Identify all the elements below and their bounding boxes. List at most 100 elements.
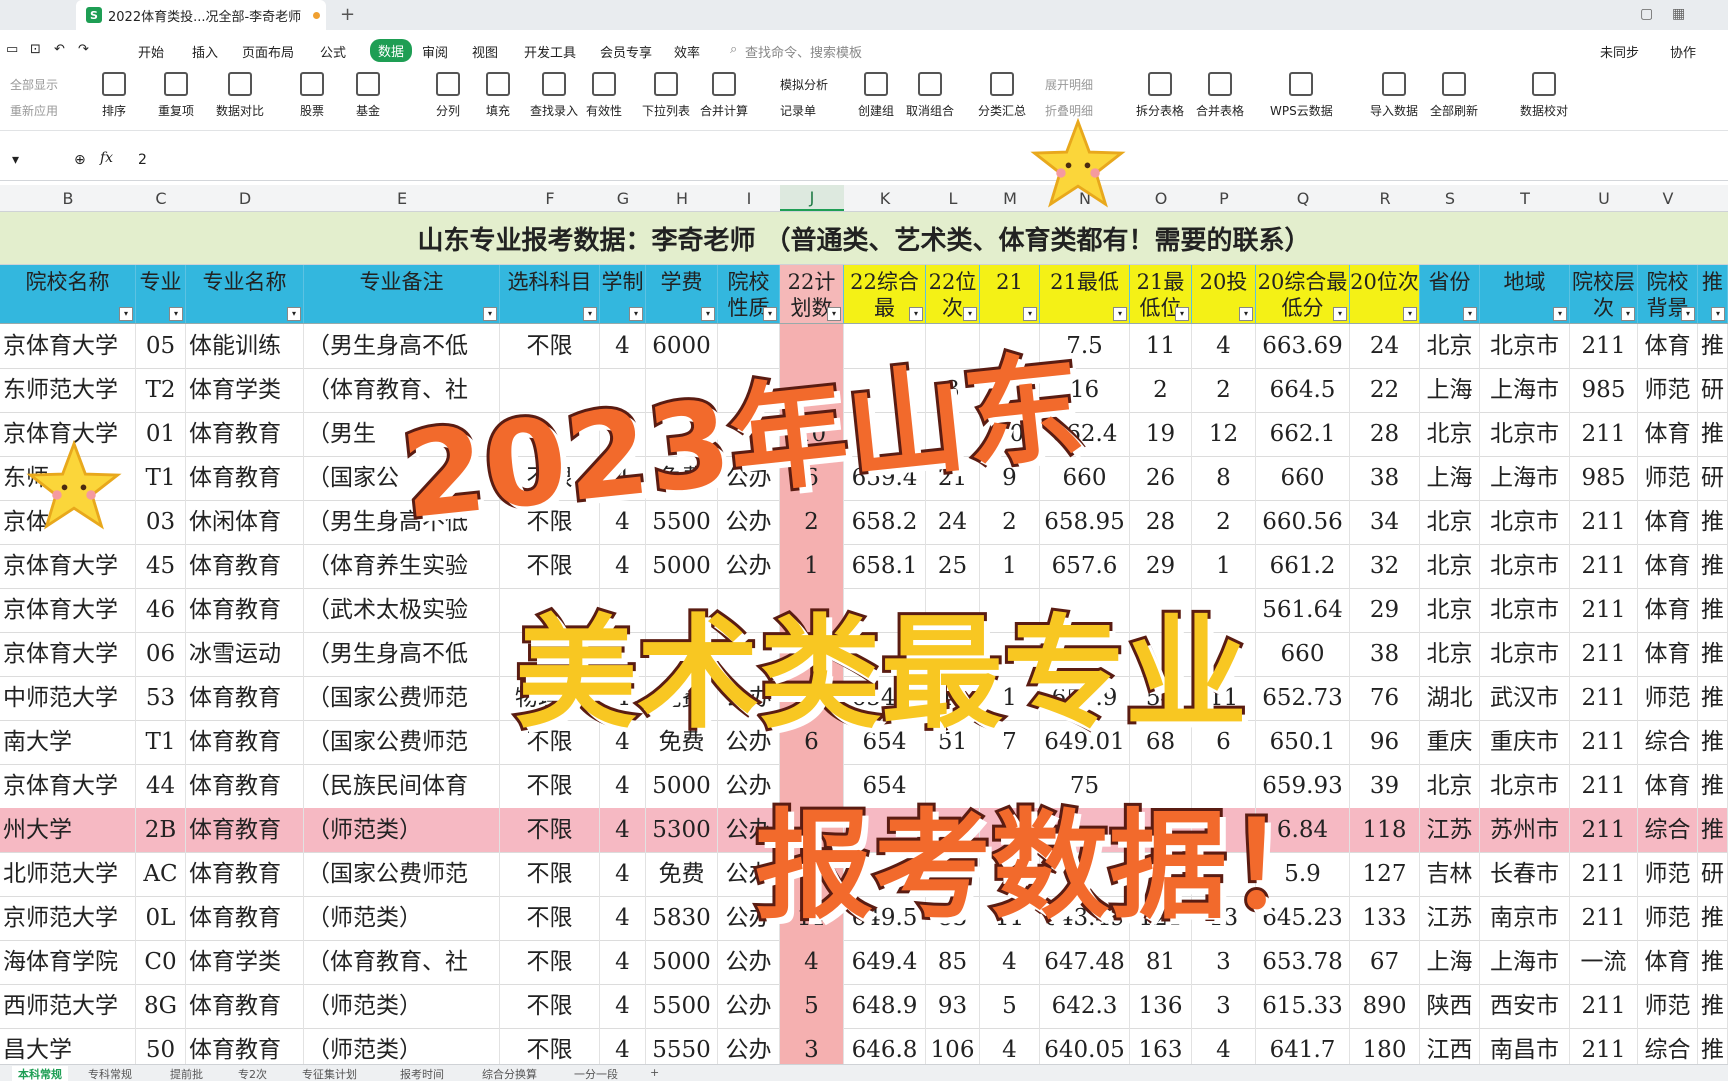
table-cell[interactable]: 127 — [1350, 852, 1420, 896]
table-cell[interactable]: 海体育学院 — [0, 940, 136, 984]
undo-icon[interactable]: ↶ — [54, 42, 65, 57]
table-cell[interactable]: 5500 — [646, 984, 718, 1028]
ribbon-button[interactable]: 合并表格 — [1196, 72, 1244, 119]
name-box-dropdown-icon[interactable]: ▾ — [12, 152, 19, 168]
table-cell[interactable]: 46 — [136, 588, 186, 632]
table-cell[interactable]: 师范 — [1638, 368, 1698, 412]
column-letter[interactable]: D — [186, 189, 304, 208]
column-letter[interactable]: Q — [1256, 189, 1350, 208]
table-cell[interactable]: 211 — [1570, 984, 1638, 1028]
table-cell[interactable]: 师范 — [1638, 852, 1698, 896]
simulation-button[interactable]: 模拟分析 — [780, 76, 828, 93]
table-cell[interactable]: 推 — [1698, 324, 1728, 368]
table-cell[interactable]: 北京市 — [1480, 588, 1570, 632]
table-cell[interactable]: 4 — [600, 852, 646, 896]
table-cell[interactable]: 3 — [1192, 940, 1256, 984]
table-cell[interactable]: 4 — [780, 940, 844, 984]
table-cell[interactable]: 体育 — [1638, 324, 1698, 368]
expand-detail-button[interactable]: 展开明细 — [1045, 76, 1093, 93]
table-cell[interactable]: 北京 — [1420, 544, 1480, 588]
ribbon-button[interactable]: 填充 — [486, 72, 510, 119]
table-cell[interactable]: 660.56 — [1256, 500, 1350, 544]
table-cell[interactable]: 38 — [1350, 632, 1420, 676]
table-cell[interactable]: 615.33 — [1256, 984, 1350, 1028]
filter-dropdown-icon[interactable]: ▾ — [1463, 307, 1477, 321]
column-letter[interactable]: P — [1192, 189, 1256, 208]
table-cell[interactable]: 211 — [1570, 764, 1638, 808]
table-cell[interactable]: 96 — [1350, 720, 1420, 764]
table-cell[interactable]: T1 — [136, 456, 186, 500]
table-cell[interactable]: 一流 — [1570, 940, 1638, 984]
table-cell[interactable]: 38 — [1350, 456, 1420, 500]
table-cell[interactable]: 推 — [1698, 412, 1728, 456]
column-letter[interactable]: E — [304, 189, 500, 208]
table-cell[interactable]: 211 — [1570, 808, 1638, 852]
table-cell[interactable]: 体育教育 — [186, 676, 304, 720]
menu-item[interactable]: 插入 — [192, 42, 218, 61]
table-cell[interactable]: 上海 — [1420, 368, 1480, 412]
zoom-icon[interactable]: ⊕ — [74, 152, 86, 168]
table-cell[interactable]: 649.4 — [844, 940, 926, 984]
table-cell[interactable]: 890 — [1350, 984, 1420, 1028]
reapply-button[interactable]: 重新应用 — [10, 102, 58, 119]
table-cell[interactable]: 体育教育 — [186, 720, 304, 764]
table-cell[interactable]: 不限 — [500, 852, 600, 896]
table-cell[interactable]: 研 — [1698, 368, 1728, 412]
column-letter[interactable]: V — [1638, 189, 1698, 208]
print-preview-icon[interactable]: ⊡ — [30, 42, 41, 57]
table-cell[interactable]: 39 — [1350, 764, 1420, 808]
table-cell[interactable]: 12 — [1192, 412, 1256, 456]
table-cell[interactable]: 650.1 — [1256, 720, 1350, 764]
table-cell[interactable]: 661.2 — [1256, 544, 1350, 588]
filter-dropdown-icon[interactable]: ▾ — [1113, 307, 1127, 321]
table-cell[interactable]: 8G — [136, 984, 186, 1028]
table-cell[interactable]: 06 — [136, 632, 186, 676]
ribbon-button[interactable]: 有效性 — [586, 72, 622, 119]
table-cell[interactable]: 师范 — [1638, 896, 1698, 940]
filter-dropdown-icon[interactable]: ▾ — [909, 307, 923, 321]
table-cell[interactable]: （男生身高不低 — [304, 324, 500, 368]
command-search[interactable]: 查找命令、搜索模板 — [745, 42, 862, 61]
menu-item[interactable]: 视图 — [472, 42, 498, 61]
table-cell[interactable]: 体育 — [1638, 940, 1698, 984]
table-cell[interactable]: （民族民间体育 — [304, 764, 500, 808]
table-cell[interactable]: 江苏 — [1420, 896, 1480, 940]
table-cell[interactable]: 推 — [1698, 588, 1728, 632]
table-cell[interactable]: 北京 — [1420, 588, 1480, 632]
column-letter[interactable]: H — [646, 189, 718, 208]
table-cell[interactable]: 211 — [1570, 324, 1638, 368]
table-cell[interactable]: 985 — [1570, 368, 1638, 412]
redo-icon[interactable]: ↷ — [78, 42, 89, 57]
ribbon-button[interactable]: 下拉列表 — [642, 72, 690, 119]
column-letter[interactable]: K — [844, 189, 926, 208]
column-letter[interactable]: B — [0, 189, 136, 208]
table-cell[interactable]: 公办 — [718, 984, 780, 1028]
ribbon-button[interactable]: 数据校对 — [1520, 72, 1568, 119]
table-cell[interactable]: 体育 — [1638, 544, 1698, 588]
filter-dropdown-icon[interactable]: ▾ — [629, 307, 643, 321]
table-cell[interactable]: 体育 — [1638, 632, 1698, 676]
table-cell[interactable]: （体育教育、社 — [304, 940, 500, 984]
table-cell[interactable]: 211 — [1570, 544, 1638, 588]
table-cell[interactable]: 北京市 — [1480, 764, 1570, 808]
table-cell[interactable]: 北京 — [1420, 764, 1480, 808]
table-cell[interactable]: 陕西 — [1420, 984, 1480, 1028]
column-letter[interactable]: G — [600, 189, 646, 208]
filter-dropdown-icon[interactable]: ▾ — [1239, 307, 1253, 321]
table-cell[interactable]: 45 — [136, 544, 186, 588]
table-cell[interactable]: （师范类） — [304, 896, 500, 940]
table-cell[interactable]: 211 — [1570, 632, 1638, 676]
table-cell[interactable]: 体育教育 — [186, 544, 304, 588]
save-icon[interactable]: ▭ — [6, 42, 18, 57]
table-cell[interactable]: 研 — [1698, 456, 1728, 500]
table-cell[interactable]: 01 — [136, 412, 186, 456]
table-cell[interactable]: 76 — [1350, 676, 1420, 720]
table-cell[interactable]: 冰雪运动 — [186, 632, 304, 676]
table-cell[interactable]: 体育学类 — [186, 368, 304, 412]
table-cell[interactable]: 公办 — [718, 940, 780, 984]
table-cell[interactable]: 658.95 — [1040, 500, 1130, 544]
table-cell[interactable]: 京体育大学 — [0, 588, 136, 632]
table-cell[interactable]: 重庆市 — [1480, 720, 1570, 764]
ribbon-button[interactable]: 创建组 — [858, 72, 894, 119]
table-cell[interactable]: 211 — [1570, 676, 1638, 720]
